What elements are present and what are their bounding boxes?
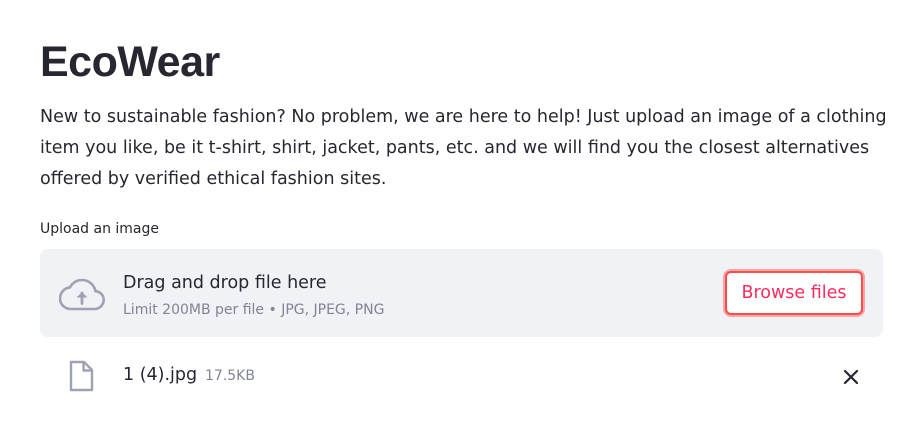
close-icon [843,369,859,385]
remove-file-button[interactable] [836,362,866,392]
page-title: EcoWear [40,38,220,86]
dropzone-limit-text: Limit 200MB per file • JPG, JPEG, PNG [123,302,385,318]
dropzone-title: Drag and drop file here [123,273,327,293]
upload-label: Upload an image [40,221,160,237]
uploaded-file-row: 1 (4).jpg 17.5KB [40,352,883,400]
file-icon [69,360,94,392]
file-dropzone[interactable]: Drag and drop file here Limit 200MB per … [40,249,883,337]
page-description: New to sustainable fashion? No problem, … [40,107,887,189]
cloud-upload-icon [59,278,105,311]
file-size: 17.5KB [205,368,255,384]
file-name: 1 (4).jpg [123,365,198,385]
page: EcoWear New to sustainable fashion? No p… [0,0,920,424]
browse-files-button[interactable]: Browse files [725,271,863,315]
